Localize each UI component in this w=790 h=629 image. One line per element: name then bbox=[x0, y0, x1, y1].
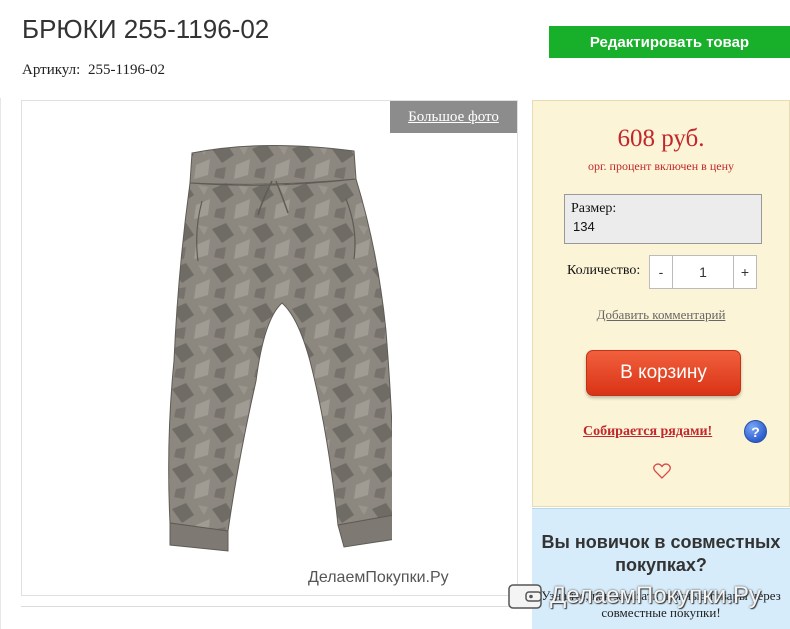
collect-by-rows-link[interactable]: Собирается рядами! bbox=[583, 424, 712, 440]
brand-watermark: ДелаемПокупки.Ру bbox=[508, 582, 761, 610]
quantity-label: Количество: bbox=[567, 263, 641, 278]
sku-value: 255-1196-02 bbox=[88, 62, 165, 78]
divider bbox=[21, 606, 518, 607]
product-image[interactable] bbox=[132, 141, 392, 561]
edit-product-button[interactable]: Редактировать товар bbox=[549, 26, 790, 58]
divider bbox=[0, 98, 1, 629]
size-selector[interactable]: Размер: 134 bbox=[564, 194, 762, 244]
add-to-cart-button[interactable]: В корзину bbox=[586, 350, 741, 396]
price: 608 руб. bbox=[617, 125, 705, 152]
sku-line: Артикул: 255-1196-02 bbox=[22, 62, 165, 79]
quantity-plus-button[interactable]: + bbox=[733, 256, 756, 288]
image-watermark: ДелаемПокупки.Ру bbox=[308, 569, 449, 586]
size-label: Размер: bbox=[571, 201, 617, 216]
newbie-panel: Вы новичок в совместных покупках? Узнайт… bbox=[532, 508, 790, 629]
buy-panel: 608 руб. орг. процент включен в цену Раз… bbox=[532, 100, 790, 507]
sku-label: Артикул: bbox=[22, 62, 81, 78]
product-title: БРЮКИ 255-1196-02 bbox=[22, 14, 270, 44]
wallet-icon bbox=[508, 584, 542, 609]
brand-watermark-text: ДелаемПокупки.Ру bbox=[550, 582, 761, 609]
quantity-stepper: - + bbox=[649, 255, 757, 289]
heart-icon[interactable] bbox=[653, 463, 671, 479]
price-note: орг. процент включен в цену bbox=[587, 159, 734, 173]
product-photo-frame[interactable]: Большое фото ДелаемПокупки.Ру bbox=[21, 100, 518, 596]
big-photo-button[interactable]: Большое фото bbox=[390, 101, 517, 133]
add-comment-link[interactable]: Добавить комментарий bbox=[533, 307, 789, 323]
quantity-input[interactable] bbox=[673, 256, 733, 288]
size-value: 134 bbox=[573, 219, 595, 234]
newbie-title: Вы новичок в совместных покупках? bbox=[541, 532, 781, 575]
help-icon[interactable]: ? bbox=[744, 420, 767, 443]
quantity-minus-button[interactable]: - bbox=[650, 256, 673, 288]
